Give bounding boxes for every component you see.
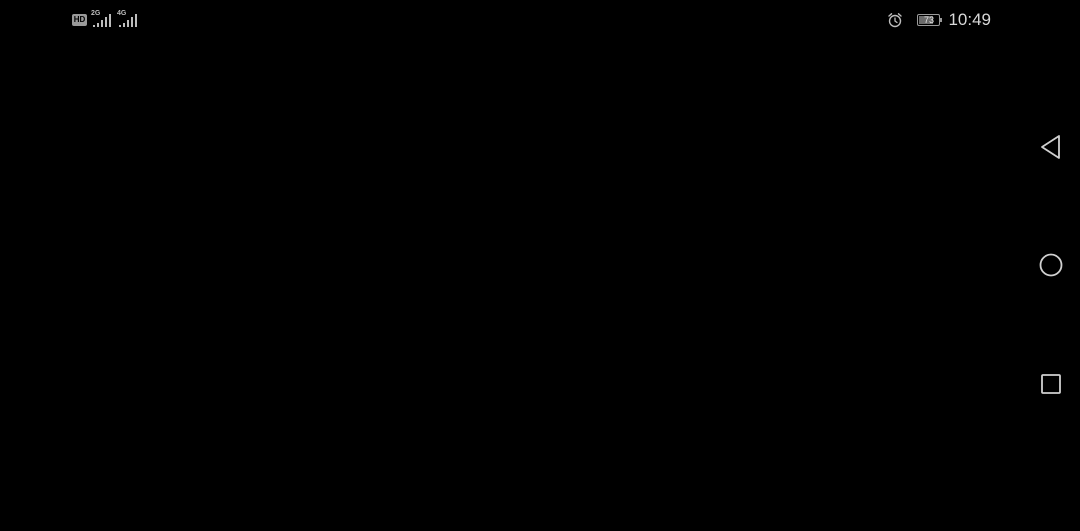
status-bar-left: HD 2G 4G — [72, 10, 139, 29]
sim1-network-type: 2G — [91, 10, 101, 17]
home-button[interactable] — [1036, 250, 1066, 280]
sim2-signal: 4G — [117, 10, 139, 28]
sim1-signal: 2G — [91, 10, 113, 28]
battery-percent: 73 — [923, 15, 934, 25]
battery-indicator: 73 — [917, 14, 943, 26]
battery-cap — [940, 18, 943, 22]
hd-voice-badge: HD — [72, 14, 87, 26]
home-circle-icon — [1039, 253, 1063, 277]
navigation-bar — [1020, 0, 1080, 531]
sim2-network-type: 4G — [117, 10, 127, 17]
screen: HD 2G 4G 73 10:49 — [0, 0, 1080, 531]
recents-square-icon — [1041, 374, 1061, 394]
status-bar-right: 73 10:49 — [887, 10, 991, 30]
back-button[interactable] — [1036, 132, 1066, 162]
back-triangle-icon — [1041, 135, 1060, 159]
recents-button[interactable] — [1036, 369, 1066, 399]
alarm-clock-icon — [888, 13, 903, 28]
status-clock: 10:49 — [948, 10, 991, 29]
